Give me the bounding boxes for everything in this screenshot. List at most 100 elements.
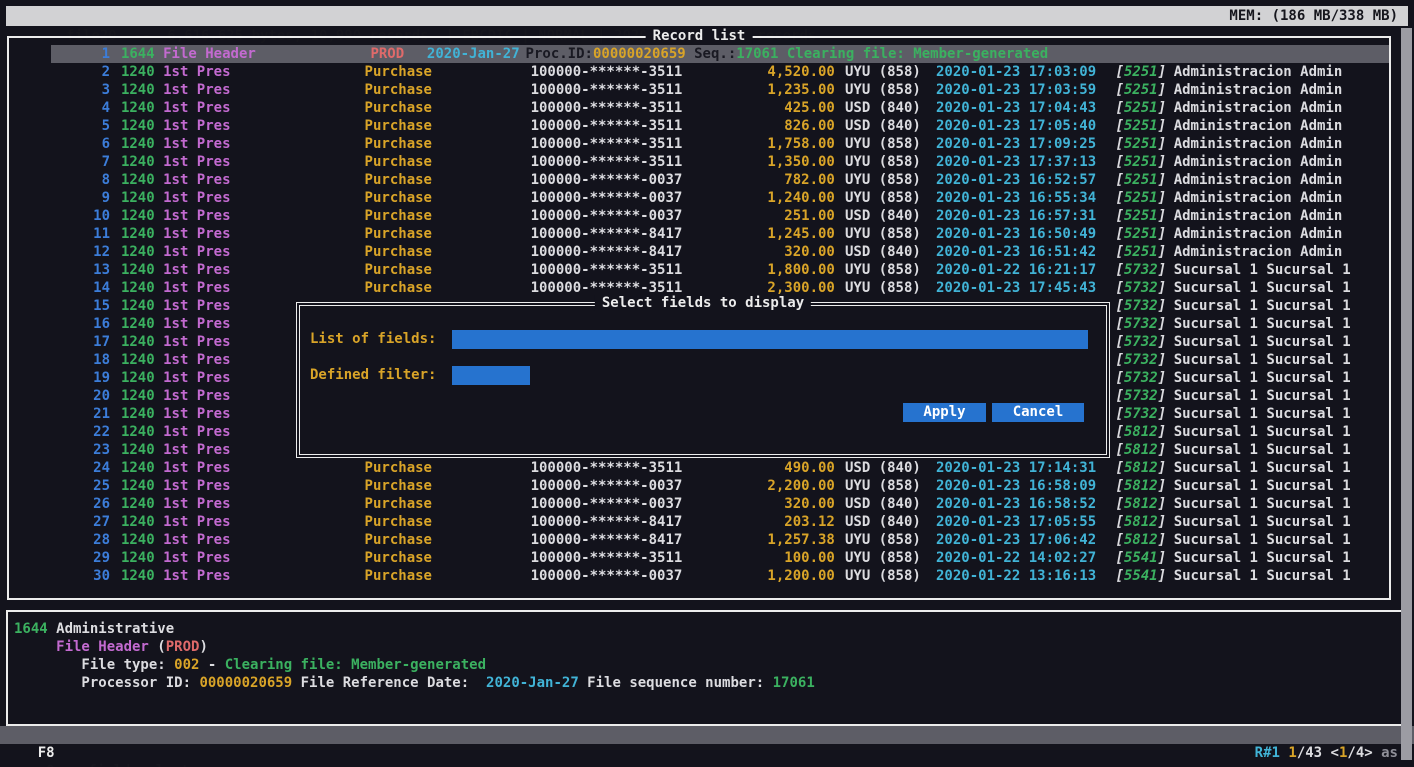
- bracket-open: [: [1116, 100, 1124, 116]
- record-desc: 1st Pres: [163, 387, 230, 405]
- amount: 490.00: [708, 459, 834, 477]
- record-row[interactable]: 2512401st PresPurchase100000-******-0037…: [51, 477, 1389, 495]
- processor-id-value: 00000020659: [593, 46, 686, 62]
- record-row[interactable]: 2812401st PresPurchase100000-******-8417…: [51, 531, 1389, 549]
- currency-code: USD (840): [845, 117, 921, 135]
- vertical-scrollbar[interactable]: [1401, 28, 1412, 760]
- row-number: 24: [51, 459, 110, 477]
- branch-code-value: 5812: [1124, 496, 1158, 512]
- record-type: 1240: [121, 333, 155, 351]
- branch-name: Sucursal 1 Sucursal 1: [1174, 297, 1351, 315]
- terminal-screen: file20 -- 6,616,625 bytes, 10,990 record…: [0, 0, 1414, 767]
- branch-name: Sucursal 1 Sucursal 1: [1174, 351, 1351, 369]
- record-row[interactable]: 3012401st PresPurchase100000-******-0037…: [51, 567, 1389, 585]
- amount: 425.00: [708, 99, 834, 117]
- branch-name: Sucursal 1 Sucursal 1: [1174, 261, 1351, 279]
- record-row[interactable]: 612401st PresPurchase100000-******-35111…: [51, 135, 1389, 153]
- record-desc: 1st Pres: [163, 351, 230, 369]
- record-row[interactable]: 812401st PresPurchase100000-******-00377…: [51, 171, 1389, 189]
- bracket-open: [: [1116, 406, 1124, 422]
- row-number: 26: [51, 495, 110, 513]
- record-row[interactable]: 2912401st PresPurchase100000-******-3511…: [51, 549, 1389, 567]
- record-type: 1240: [121, 423, 155, 441]
- row-number: 4: [51, 99, 110, 117]
- bracket-open: [: [1116, 226, 1124, 242]
- record-type: 1240: [121, 351, 155, 369]
- defined-filter-label: Defined filter:: [310, 367, 436, 383]
- list-of-fields-input[interactable]: 002,003,004,012,024,026: [452, 330, 1088, 349]
- record-row[interactable]: 1112401st PresPurchase100000-******-8417…: [51, 225, 1389, 243]
- transaction-type: Purchase: [365, 495, 432, 513]
- record-type: 1240: [121, 207, 155, 225]
- branch-name: Administracion Admin: [1174, 171, 1343, 189]
- function-key-bar[interactable]: F8 Open field selector: [0, 726, 1414, 744]
- bracket-close: ]: [1158, 118, 1166, 134]
- record-row[interactable]: 1212401st PresPurchase100000-******-8417…: [51, 243, 1389, 261]
- detail-environment: PROD: [166, 639, 200, 655]
- record-row[interactable]: 2712401st PresPurchase100000-******-8417…: [51, 513, 1389, 531]
- record-row[interactable]: 412401st PresPurchase100000-******-35114…: [51, 99, 1389, 117]
- apply-button[interactable]: Apply: [903, 403, 986, 422]
- branch-code-value: 5812: [1124, 460, 1158, 476]
- record-desc: 1st Pres: [163, 459, 230, 477]
- paren-open: (: [149, 639, 166, 655]
- record-indicator: R#1: [1255, 745, 1280, 761]
- record-row[interactable]: 212401st PresPurchase100000-******-35114…: [51, 63, 1389, 81]
- record-desc: 1st Pres: [163, 369, 230, 387]
- bracket-open: [: [1116, 280, 1124, 296]
- amount: 782.00: [708, 171, 834, 189]
- bracket-close: ]: [1158, 388, 1166, 404]
- amount: 1,245.00: [708, 225, 834, 243]
- record-desc: 1st Pres: [163, 171, 230, 189]
- record-row[interactable]: 712401st PresPurchase100000-******-35111…: [51, 153, 1389, 171]
- account-number: 100000-******-0037: [531, 171, 683, 189]
- record-desc: 1st Pres: [163, 63, 230, 81]
- record-desc: 1st Pres: [163, 297, 230, 315]
- branch-code-value: 5251: [1124, 244, 1158, 260]
- record-desc: 1st Pres: [163, 531, 230, 549]
- memory-usage: MEM: (186 MB/338 MB): [1229, 6, 1398, 26]
- branch-code-value: 5812: [1124, 532, 1158, 548]
- record-row[interactable]: 2412401st PresPurchase100000-******-3511…: [51, 459, 1389, 477]
- branch-code: [5812]: [1116, 459, 1167, 477]
- record-row-selected[interactable]: 11644File HeaderPROD2020-Jan-27Proc.ID:0…: [51, 45, 1389, 63]
- seq-label: File sequence number:: [579, 675, 773, 691]
- record-type: 1240: [121, 153, 155, 171]
- record-row[interactable]: 2612401st PresPurchase100000-******-0037…: [51, 495, 1389, 513]
- bracket-open: [: [1116, 208, 1124, 224]
- amount: 1,235.00: [708, 81, 834, 99]
- transaction-type: Purchase: [365, 63, 432, 81]
- bracket-open: [: [1116, 154, 1124, 170]
- account-number: 100000-******-3511: [531, 63, 683, 81]
- branch-code-value: 5812: [1124, 478, 1158, 494]
- record-desc: 1st Pres: [163, 261, 230, 279]
- record-row[interactable]: 512401st PresPurchase100000-******-35118…: [51, 117, 1389, 135]
- branch-code: [5732]: [1116, 405, 1167, 423]
- defined-filter-input[interactable]: [452, 366, 530, 385]
- record-row[interactable]: 1012401st PresPurchase100000-******-0037…: [51, 207, 1389, 225]
- branch-name: Sucursal 1 Sucursal 1: [1174, 369, 1351, 387]
- record-row[interactable]: 912401st PresPurchase100000-******-00371…: [51, 189, 1389, 207]
- record-type: 1240: [121, 495, 155, 513]
- cancel-button[interactable]: Cancel: [992, 403, 1084, 422]
- row-number: 28: [51, 531, 110, 549]
- currency-code: USD (840): [845, 99, 921, 117]
- file-type-code: 002: [174, 657, 199, 673]
- account-number: 100000-******-8417: [531, 531, 683, 549]
- clearing-note: Clearing file: Member-generated: [778, 46, 1048, 62]
- branch-name: Sucursal 1 Sucursal 1: [1174, 495, 1351, 513]
- bracket-close: ]: [1158, 478, 1166, 494]
- account-number: 100000-******-0037: [531, 207, 683, 225]
- record-row[interactable]: 312401st PresPurchase100000-******-35111…: [51, 81, 1389, 99]
- currency-code: UYU (858): [845, 225, 921, 243]
- record-row[interactable]: 1312401st PresPurchase100000-******-3511…: [51, 261, 1389, 279]
- account-number: 100000-******-3511: [531, 117, 683, 135]
- bracket-close: ]: [1158, 316, 1166, 332]
- branch-name: Administracion Admin: [1174, 225, 1343, 243]
- branch-name: Sucursal 1 Sucursal 1: [1174, 477, 1351, 495]
- record-desc: 1st Pres: [163, 405, 230, 423]
- branch-name: Sucursal 1 Sucursal 1: [1174, 567, 1351, 585]
- currency-code: UYU (858): [845, 261, 921, 279]
- row-number: 21: [51, 405, 110, 423]
- field-selector-dialog: Select fields to display List of fields:…: [296, 302, 1110, 458]
